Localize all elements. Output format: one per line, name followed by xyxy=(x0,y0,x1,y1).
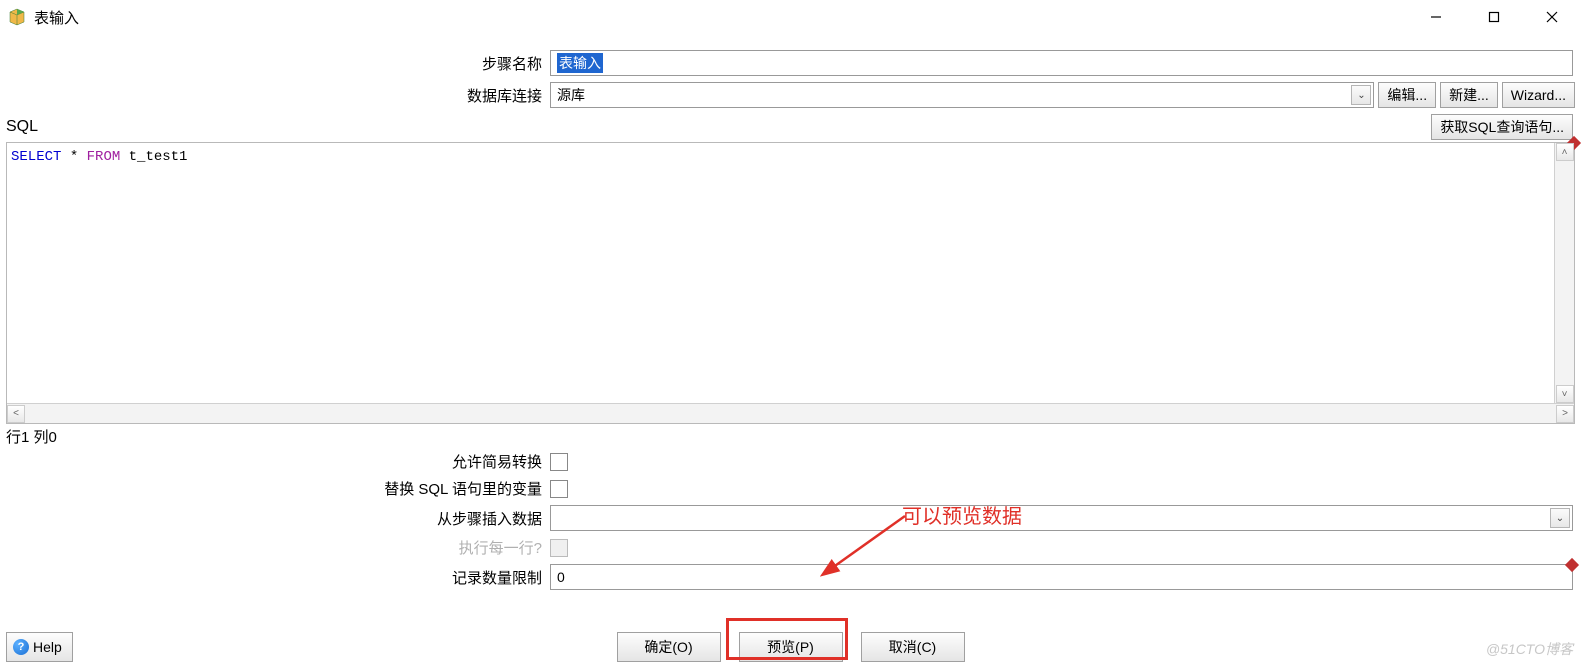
preview-button[interactable]: 预览(P) xyxy=(739,632,843,662)
record-limit-label: 记录数量限制 xyxy=(0,567,550,588)
help-button[interactable]: ? Help xyxy=(6,632,73,662)
scroll-down-icon[interactable]: ˅ xyxy=(1556,385,1574,403)
cancel-button[interactable]: 取消(C) xyxy=(861,632,965,662)
minimize-button[interactable] xyxy=(1407,0,1465,34)
step-name-value: 表输入 xyxy=(557,53,603,73)
replace-vars-checkbox[interactable] xyxy=(550,480,568,498)
db-connection-combo[interactable]: 源库 ⌄ xyxy=(550,82,1374,108)
sql-label: SQL xyxy=(6,118,38,136)
scroll-right-icon[interactable]: ˃ xyxy=(1556,405,1574,423)
edit-connection-button[interactable]: 编辑... xyxy=(1378,82,1436,108)
close-button[interactable] xyxy=(1523,0,1581,34)
scroll-left-icon[interactable]: ˂ xyxy=(7,405,25,423)
horizontal-scrollbar[interactable]: ˂ ˃ xyxy=(7,403,1574,423)
vertical-scrollbar[interactable]: ˄ ˅ xyxy=(1554,143,1574,403)
sql-editor-container: SELECT * FROM t_test1 ˄ ˅ ˂ ˃ xyxy=(6,142,1575,424)
cursor-position: 行1 列0 xyxy=(0,424,1581,451)
help-icon: ? xyxy=(13,639,29,655)
exec-each-row-label: 执行每一行? xyxy=(0,537,550,558)
bottom-bar: ? Help 确定(O) 预览(P) 取消(C) xyxy=(6,629,1575,665)
allow-lazy-checkbox[interactable] xyxy=(550,453,568,471)
step-name-label: 步骤名称 xyxy=(0,53,550,74)
ok-button[interactable]: 确定(O) xyxy=(617,632,721,662)
app-icon xyxy=(8,8,26,26)
db-connection-label: 数据库连接 xyxy=(0,85,550,106)
new-connection-button[interactable]: 新建... xyxy=(1440,82,1498,108)
get-sql-button[interactable]: 获取SQL查询语句... xyxy=(1431,114,1573,140)
maximize-button[interactable] xyxy=(1465,0,1523,34)
step-name-input[interactable]: 表输入 xyxy=(550,50,1573,76)
chevron-down-icon: ⌄ xyxy=(1351,85,1371,105)
sql-editor[interactable]: SELECT * FROM t_test1 xyxy=(7,143,1574,403)
record-limit-input[interactable]: 0 xyxy=(550,564,1573,590)
db-connection-value: 源库 xyxy=(557,85,585,105)
allow-lazy-label: 允许简易转换 xyxy=(0,451,550,472)
diamond-icon xyxy=(1565,558,1579,572)
wizard-button[interactable]: Wizard... xyxy=(1502,82,1575,108)
chevron-down-icon: ⌄ xyxy=(1550,508,1570,528)
annotation-text: 可以预览数据 xyxy=(902,500,1022,529)
replace-vars-label: 替换 SQL 语句里的变量 xyxy=(0,478,550,499)
window-title: 表输入 xyxy=(34,7,79,28)
scroll-up-icon[interactable]: ˄ xyxy=(1556,143,1574,161)
watermark: @51CTO博客 xyxy=(1486,639,1573,659)
exec-each-row-checkbox xyxy=(550,539,568,557)
insert-from-step-label: 从步骤插入数据 xyxy=(0,508,550,529)
insert-from-step-combo[interactable]: ⌄ xyxy=(550,505,1573,531)
title-bar: 表输入 xyxy=(0,0,1581,34)
